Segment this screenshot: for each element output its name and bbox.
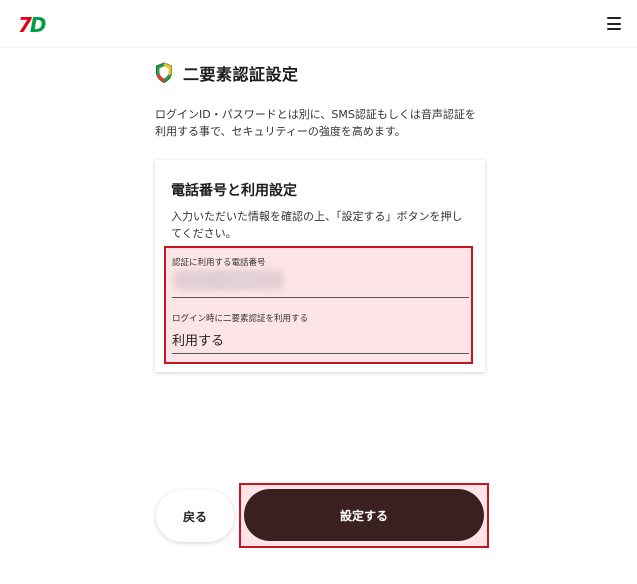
card-title: 電話番号と利用設定 bbox=[171, 183, 297, 199]
submit-settings-button[interactable]: 設定する bbox=[244, 489, 484, 541]
page-description: ログインID・パスワードとは別に、SMS認証もしくは音声認証を利用する事で、セキ… bbox=[155, 108, 476, 138]
two-factor-usage-field[interactable]: ログイン時に二要素認証を利用する 利用する bbox=[172, 310, 469, 354]
page-title: 二要素認証設定 bbox=[183, 65, 299, 84]
phone-number-value-redacted bbox=[174, 270, 284, 290]
phone-settings-card: 電話番号と利用設定 入力いただいた情報を確認の上、「設定する」ボタンを押してくだ… bbox=[155, 160, 485, 372]
logo-d: D bbox=[29, 13, 47, 37]
page-title-row: 二要素認証設定 bbox=[155, 62, 299, 84]
app-header: 7 D bbox=[0, 0, 637, 48]
two-factor-usage-value: 利用する bbox=[172, 334, 225, 349]
two-factor-usage-label: ログイン時に二要素認証を利用する bbox=[172, 314, 309, 324]
phone-number-label: 認証に利用する電話番号 bbox=[172, 258, 266, 268]
card-description: 入力いただいた情報を確認の上、「設定する」ボタンを押してください。 bbox=[171, 210, 463, 240]
hamburger-menu-icon[interactable] bbox=[607, 17, 621, 30]
7id-logo[interactable]: 7 D bbox=[18, 13, 47, 37]
logo-seven: 7 bbox=[18, 13, 32, 37]
highlighted-fields: 認証に利用する電話番号 ログイン時に二要素認証を利用する 利用する bbox=[164, 246, 473, 364]
phone-number-field[interactable]: 認証に利用する電話番号 bbox=[172, 254, 469, 298]
back-button[interactable]: 戻る bbox=[156, 490, 234, 542]
security-shield-icon bbox=[156, 62, 172, 84]
